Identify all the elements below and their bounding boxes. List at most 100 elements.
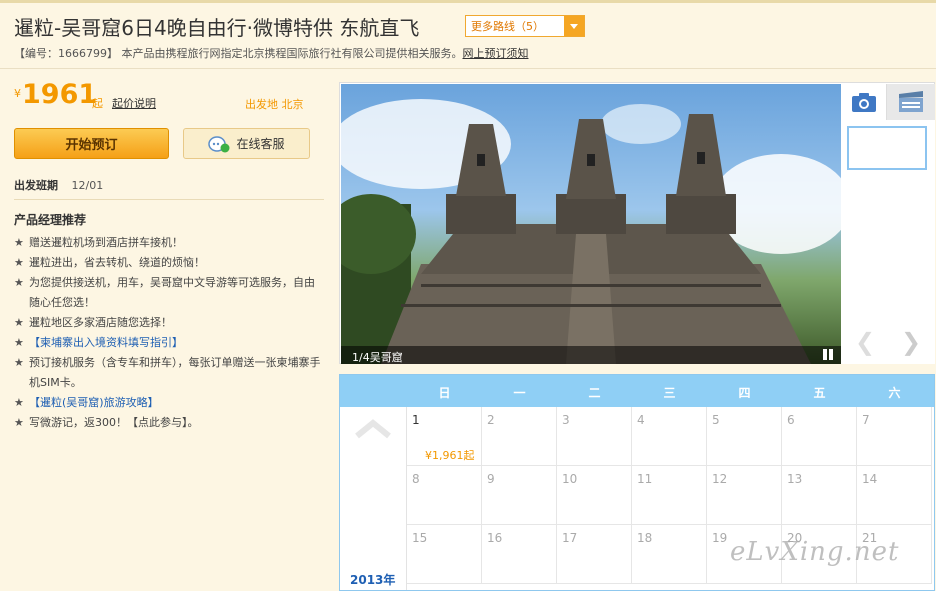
day-number: 14: [862, 472, 878, 486]
recommend-text: 赠送暹粒机场到酒店拼车接机！: [29, 236, 183, 249]
recommend-item[interactable]: ★ 【柬埔寨出入境资料填写指引】: [14, 333, 324, 353]
weekday-label: 五: [813, 386, 826, 400]
price-from-suffix: 起: [92, 97, 103, 110]
pause-icon[interactable]: [822, 349, 834, 361]
calendar-day-cell: 16: [482, 525, 557, 584]
day-number: 19: [712, 531, 728, 545]
top-border: [0, 0, 936, 3]
start-booking-button[interactable]: 开始预订: [14, 128, 169, 159]
photo-gallery: 1/4吴哥窟 ❮ ❯: [339, 82, 935, 364]
photo-tab[interactable]: [841, 84, 886, 120]
temple-photo-illustration: [341, 99, 841, 364]
day-price: ¥1,961起: [425, 449, 475, 462]
weekday-label: 一: [513, 386, 526, 400]
recommend-text: 写微游记，返300！【点此参与】。: [29, 416, 199, 429]
recommend-item: ★ 预订接机服务（含专车和拼车），每张订单赠送一张柬埔寨手机SIM卡。: [14, 353, 324, 393]
product-summary-panel: ¥ 1961 起 起价说明 出发地 北京 开始预订 在线客服 出发班期 12/0…: [0, 75, 330, 591]
camera-icon: [851, 93, 876, 112]
currency-symbol: ¥: [14, 87, 21, 100]
recommend-text: 暹粒进出，省去转机、绕道的烦恼！: [29, 256, 205, 269]
calendar-day-cell: 15: [407, 525, 482, 584]
online-service-button[interactable]: 在线客服: [183, 128, 310, 159]
header-divider: [0, 68, 936, 69]
thumbnail-panel: ❮ ❯: [841, 84, 935, 364]
recommend-item: ★ 暹粒进出，省去转机、绕道的烦恼！: [14, 253, 324, 273]
day-number: 2: [487, 413, 495, 427]
recommend-text: 暹粒地区多家酒店随您选择！: [29, 316, 172, 329]
calendar-day-cell: 17: [557, 525, 632, 584]
calendar-day-cell: 7: [857, 407, 932, 466]
recommend-item: ★ 赠送暹粒机场到酒店拼车接机！: [14, 233, 324, 253]
section-divider: [14, 199, 324, 200]
day-number: 12: [712, 472, 728, 486]
calendar-day-cell: 4: [632, 407, 707, 466]
star-icon: ★: [14, 416, 24, 429]
recommend-title: 产品经理推荐: [14, 213, 87, 227]
customer-service-icon: [208, 135, 230, 152]
photo-thumbnail[interactable]: [847, 126, 927, 170]
day-number: 5: [712, 413, 720, 427]
calendar-day-cell: 18: [632, 525, 707, 584]
chevron-down-icon[interactable]: [564, 16, 584, 36]
calendar-day-cell: 9: [482, 466, 557, 525]
day-number: 9: [487, 472, 495, 486]
recommend-item: ★ 写微游记，返300！【点此参与】。: [14, 413, 324, 433]
video-icon: [899, 91, 923, 112]
day-number: 4: [637, 413, 645, 427]
day-number: 17: [562, 531, 578, 545]
star-icon: ★: [14, 396, 24, 409]
day-number: 3: [562, 413, 570, 427]
calendar-day-cell: 6: [782, 407, 857, 466]
calendar-day-cell: 12: [707, 466, 782, 525]
chevron-up-icon[interactable]: [354, 419, 392, 439]
calendar-day-cell: 11: [632, 466, 707, 525]
day-number: 13: [787, 472, 803, 486]
recommend-list: ★ 赠送暹粒机场到酒店拼车接机！ ★ 暹粒进出，省去转机、绕道的烦恼！ ★ 为您提供接送机…: [14, 233, 324, 433]
more-routes-label: 更多路线（5）: [471, 20, 544, 33]
day-number: 18: [637, 531, 653, 545]
photo-caption: 1/4吴哥窟: [352, 351, 403, 364]
star-icon: ★: [14, 256, 24, 269]
day-number: 15: [412, 531, 428, 545]
day-number: 7: [862, 413, 870, 427]
day-number: 10: [562, 472, 578, 486]
departure-date-value: 12/01: [71, 179, 104, 192]
departure-city: 出发地 北京: [245, 96, 304, 112]
weekday-label: 二: [588, 386, 601, 400]
next-photo-button[interactable]: ❯: [891, 328, 931, 356]
booking-notice-link[interactable]: 网上预订须知: [462, 47, 528, 60]
product-code-text: 【编号：1666799】 本产品由携程旅行网指定北京携程国际旅行社有限公司提供相…: [14, 47, 463, 60]
recommend-link[interactable]: 【暹粒(吴哥窟)旅游攻略】: [29, 393, 324, 413]
caption-bar: [341, 346, 841, 364]
calendar-day-cell: 3: [557, 407, 632, 466]
star-icon: ★: [14, 276, 24, 289]
more-routes-dropdown[interactable]: 更多路线（5）: [465, 15, 585, 37]
recommend-link[interactable]: 【柬埔寨出入境资料填写指引】: [29, 333, 324, 353]
departure-date-label: 出发班期: [14, 179, 58, 192]
weekday-label: 六: [888, 386, 901, 400]
watermark: eLvXing.net: [730, 537, 900, 567]
previous-photo-button[interactable]: ❮: [845, 328, 885, 356]
weekday-label: 三: [663, 386, 676, 400]
price-explain-link[interactable]: 起价说明: [112, 95, 156, 111]
calendar-day-cell: 2: [482, 407, 557, 466]
calendar-day-cell: 14: [857, 466, 932, 525]
day-number: 11: [637, 472, 653, 486]
star-icon: ★: [14, 356, 24, 369]
calendar-weekday-header: 日一二三四五六: [340, 375, 934, 407]
calendar-year: 2013年: [350, 573, 396, 587]
calendar-day-cell[interactable]: 1 ¥1,961起: [407, 407, 482, 466]
price-amount: 1961: [22, 79, 98, 110]
main-photo[interactable]: 1/4吴哥窟: [341, 84, 841, 364]
star-icon: ★: [14, 236, 24, 249]
departure-city-label: 出发地: [245, 98, 278, 111]
departure-city-value: 北京: [281, 98, 304, 111]
weekday-label: 日: [438, 386, 451, 400]
calendar-day-cell: 10: [557, 466, 632, 525]
video-tab[interactable]: [886, 84, 935, 120]
page-title: 暹粒-吴哥窟6日4晚自由行·微博特供 东航直飞: [14, 16, 420, 40]
star-icon: ★: [14, 336, 24, 349]
weekday-label: 四: [738, 386, 751, 400]
recommend-item[interactable]: ★ 【暹粒(吴哥窟)旅游攻略】: [14, 393, 324, 413]
departure-date-row: 出发班期 12/01: [14, 177, 103, 193]
